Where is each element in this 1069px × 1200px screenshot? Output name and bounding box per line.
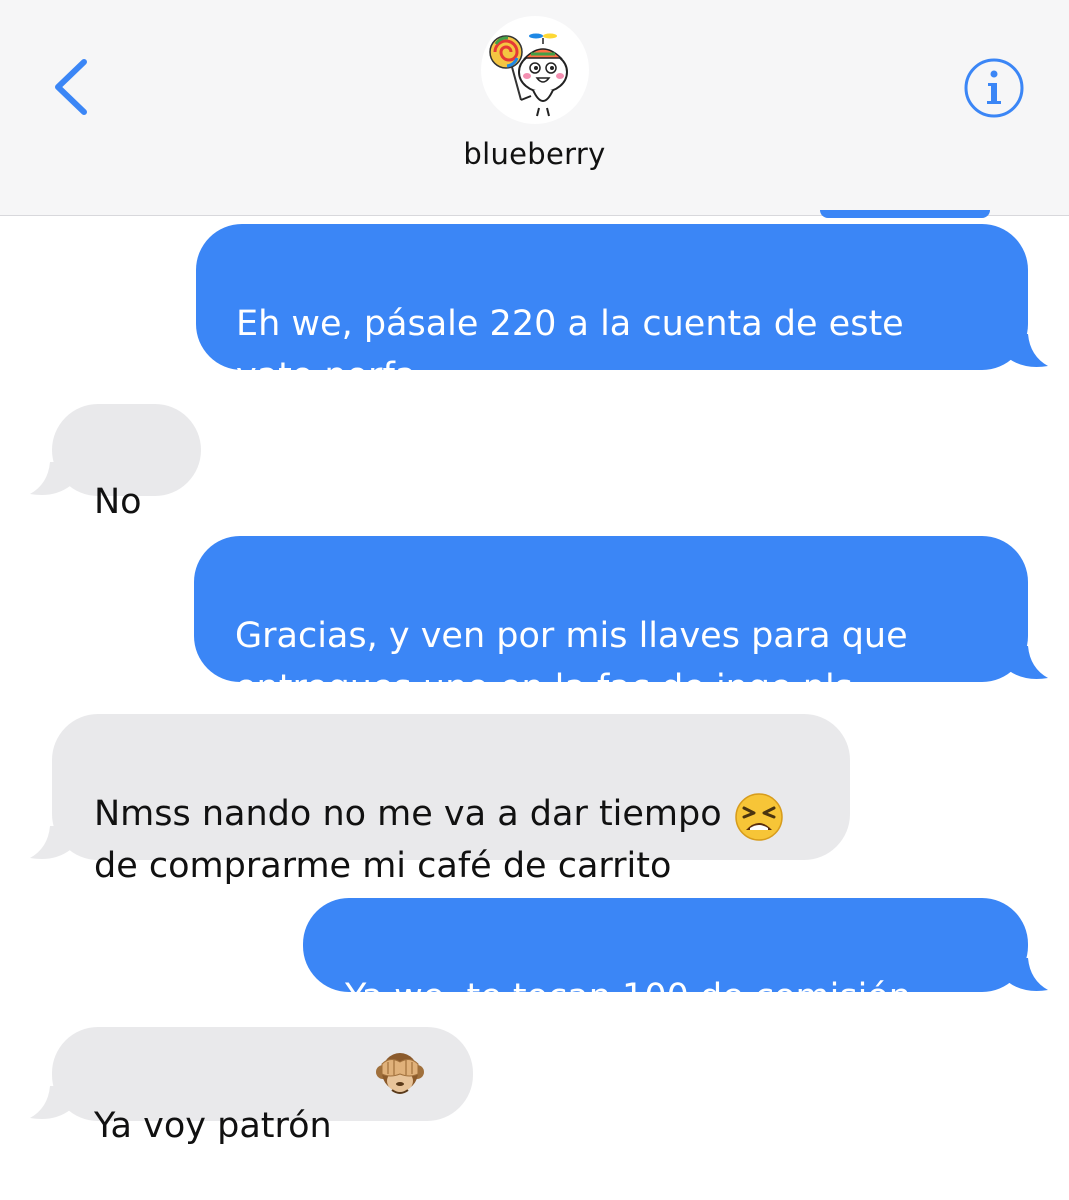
chevron-left-icon xyxy=(55,59,87,115)
back-button[interactable] xyxy=(40,50,110,125)
info-circle-icon xyxy=(964,58,1024,118)
previous-message-bubble xyxy=(820,210,990,218)
message-text: Nmss nando no me va a dar tiempo de comp… xyxy=(94,794,722,886)
received-bubble-tail xyxy=(30,826,70,859)
sent-message-bubble[interactable]: Ya we, te tocan 100 de comisión xyxy=(303,898,1028,1017)
tired-face-emoji xyxy=(735,793,783,841)
received-message-bubble[interactable]: No xyxy=(52,404,201,522)
received-message-bubble[interactable]: Nmss nando no me va a dar tiempo de comp… xyxy=(52,714,850,886)
sent-bubble-tail xyxy=(1008,958,1048,991)
contact-avatar[interactable] xyxy=(481,16,589,124)
message-text: Ya we, te tocan 100 de comisión xyxy=(345,977,911,1017)
message-text: No xyxy=(94,482,142,522)
conversation-header: blueberry xyxy=(0,0,1069,216)
message-text: Ya voy patrón xyxy=(94,1106,332,1146)
sent-message-bubble[interactable]: Eh we, pásale 220 a la cuenta de este va… xyxy=(196,224,1028,396)
contact-name[interactable]: blueberry xyxy=(0,137,1069,171)
sent-bubble-tail xyxy=(1008,646,1048,679)
lollipop-character-avatar xyxy=(489,33,568,117)
sent-message-bubble[interactable]: Gracias, y ven por mis llaves para que e… xyxy=(194,536,1028,708)
received-bubble-tail xyxy=(30,462,70,495)
info-button[interactable] xyxy=(962,56,1026,120)
see-no-evil-monkey-emoji xyxy=(376,1053,424,1094)
received-message-bubble[interactable]: Ya voy patrón xyxy=(52,1027,473,1146)
received-bubble-tail xyxy=(30,1086,70,1119)
sent-bubble-tail xyxy=(1008,334,1048,367)
message-text: Gracias, y ven por mis llaves para que e… xyxy=(235,616,908,708)
